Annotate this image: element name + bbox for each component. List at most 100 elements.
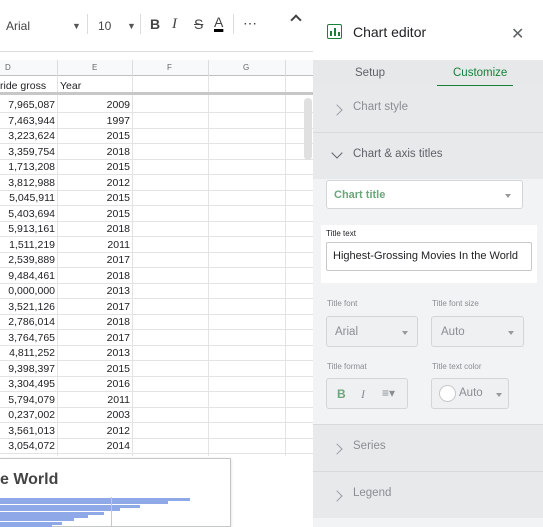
section-series[interactable]: Series <box>313 425 543 471</box>
bold-button[interactable]: B <box>150 16 160 32</box>
cell-year[interactable]: 2012 <box>58 425 132 437</box>
cell-year[interactable]: 2012 <box>58 177 132 189</box>
table-row: 5,913,161 2018 <box>0 222 313 237</box>
column-header-d[interactable]: D <box>5 63 11 72</box>
cell-year[interactable]: 2015 <box>58 130 132 142</box>
cell-year[interactable]: 2015 <box>58 192 132 204</box>
cell-gross[interactable]: 7,463,944 <box>0 115 57 127</box>
cell-gross[interactable]: 0,000,000 <box>0 285 57 297</box>
title-format-group: B I ≡▾ <box>326 378 408 409</box>
cell-year[interactable]: 2003 <box>58 409 132 421</box>
cell-gross[interactable]: 1,713,208 <box>0 161 57 173</box>
cell-gross[interactable]: 5,045,911 <box>0 192 57 204</box>
cell-year[interactable]: 2013 <box>58 347 132 359</box>
cell-year[interactable]: 2011 <box>58 394 132 406</box>
table-row: 3,054,072 2014 <box>0 439 313 454</box>
sheet-scrollbar[interactable] <box>304 98 312 160</box>
table-row: 2,786,014 2018 <box>0 315 313 330</box>
column-header-e[interactable]: E <box>92 63 97 72</box>
section-label: Legend <box>353 487 392 499</box>
cell-gross[interactable]: 1,511,219 <box>0 239 57 251</box>
title-font-value: Arial <box>335 326 359 338</box>
cell-gross[interactable]: 9,484,461 <box>0 270 57 282</box>
cell-year[interactable]: 2018 <box>58 270 132 282</box>
cell-year[interactable]: 1997 <box>58 115 132 127</box>
header-cell-year[interactable]: Year <box>60 80 81 92</box>
table-row: 3,223,624 2015 <box>0 129 313 144</box>
title-text-input[interactable]: Highest-Grossing Movies In the World <box>326 242 532 271</box>
cell-gross[interactable]: 3,359,754 <box>0 146 57 158</box>
cell-year[interactable]: 2009 <box>58 99 132 111</box>
section-legend[interactable]: Legend <box>313 472 543 518</box>
cell-year[interactable]: 2018 <box>58 316 132 328</box>
title-text-color-select[interactable]: Auto <box>431 378 509 409</box>
format-italic-button[interactable]: I <box>361 387 365 402</box>
section-chart-style[interactable]: Chart style <box>313 86 543 132</box>
cell-gross[interactable]: 2,539,889 <box>0 254 57 266</box>
title-type-value: Chart title <box>334 189 386 201</box>
formatting-toolbar: Arial ▼ 10 ▼ B I S A ⋯ <box>0 0 313 52</box>
chart-editor-header: Chart editor ✕ <box>313 0 543 60</box>
cell-gross[interactable]: 4,811,252 <box>0 347 57 359</box>
section-chart-axis-titles[interactable]: Chart & axis titles <box>313 133 543 179</box>
cell-gross[interactable]: 7,965,087 <box>0 99 57 111</box>
table-row: 7,965,087 2009 <box>0 98 313 113</box>
chevron-right-icon <box>331 490 343 502</box>
format-bold-button[interactable]: B <box>337 387 346 401</box>
header-cell-gross[interactable]: ride gross <box>0 80 57 92</box>
cell-year[interactable]: 2015 <box>58 363 132 375</box>
cell-year[interactable]: 2014 <box>58 440 132 452</box>
font-size-chevron-icon[interactable]: ▼ <box>127 21 136 31</box>
tab-setup[interactable]: Setup <box>355 67 385 79</box>
cell-gross[interactable]: 3,054,072 <box>0 440 57 452</box>
table-row: 2,539,889 2017 <box>0 253 313 268</box>
cell-gross[interactable]: 5,913,161 <box>0 223 57 235</box>
table-row: 5,045,911 2015 <box>0 191 313 206</box>
tab-customize[interactable]: Customize <box>453 67 507 79</box>
title-font-size-select[interactable]: Auto <box>431 316 524 347</box>
cell-year[interactable]: 2018 <box>58 146 132 158</box>
column-header-g[interactable]: G <box>243 63 249 72</box>
column-header-f[interactable]: F <box>167 63 172 72</box>
cell-gross[interactable]: 3,812,988 <box>0 177 57 189</box>
embedded-chart-preview[interactable]: e World <box>0 458 231 527</box>
cell-gross[interactable]: 5,794,079 <box>0 394 57 406</box>
cell-year[interactable]: 2011 <box>58 239 132 251</box>
cell-year[interactable]: 2015 <box>58 161 132 173</box>
cell-year[interactable]: 2017 <box>58 254 132 266</box>
title-font-select[interactable]: Arial <box>326 316 418 347</box>
cell-gross[interactable]: 3,304,495 <box>0 378 57 390</box>
text-color-button[interactable]: A <box>214 14 223 30</box>
cell-year[interactable]: 2016 <box>58 378 132 390</box>
cell-gross[interactable]: 3,521,126 <box>0 301 57 313</box>
cell-gross[interactable]: 3,561,013 <box>0 425 57 437</box>
cell-gross[interactable]: 3,764,765 <box>0 332 57 344</box>
cell-year[interactable]: 2013 <box>58 285 132 297</box>
cell-gross[interactable]: 9,398,397 <box>0 363 57 375</box>
font-family-select[interactable]: Arial <box>6 19 30 33</box>
dropdown-arrow-icon <box>508 331 514 335</box>
cell-gross[interactable]: 3,223,624 <box>0 130 57 142</box>
italic-button[interactable]: I <box>172 16 177 33</box>
more-options-icon[interactable]: ⋯ <box>243 15 258 32</box>
title-text-color-label: Title text color <box>432 362 482 371</box>
cell-gross[interactable]: 0,237,002 <box>0 409 57 421</box>
close-icon[interactable]: ✕ <box>511 24 524 44</box>
strikethrough-button[interactable]: S <box>194 16 203 32</box>
cell-gross[interactable]: 2,786,014 <box>0 316 57 328</box>
cell-gross[interactable]: 5,403,694 <box>0 208 57 220</box>
title-type-dropdown[interactable]: Chart title <box>326 180 523 209</box>
chart-editor-title: Chart editor <box>353 24 427 40</box>
cell-year[interactable]: 2015 <box>58 208 132 220</box>
toolbar-divider <box>87 14 88 34</box>
align-icon[interactable]: ≡▾ <box>382 386 395 400</box>
collapse-toolbar-icon[interactable] <box>290 14 302 26</box>
cell-grid[interactable]: ride gross Year 7,965,087 2009 7,463,944 19… <box>0 76 313 456</box>
cell-year[interactable]: 2017 <box>58 332 132 344</box>
font-size-select[interactable]: 10 <box>98 19 111 33</box>
table-row: 3,561,013 2012 <box>0 424 313 439</box>
table-row: 0,000,000 2013 <box>0 284 313 299</box>
cell-year[interactable]: 2018 <box>58 223 132 235</box>
cell-year[interactable]: 2017 <box>58 301 132 313</box>
font-family-chevron-icon[interactable]: ▼ <box>72 21 81 31</box>
